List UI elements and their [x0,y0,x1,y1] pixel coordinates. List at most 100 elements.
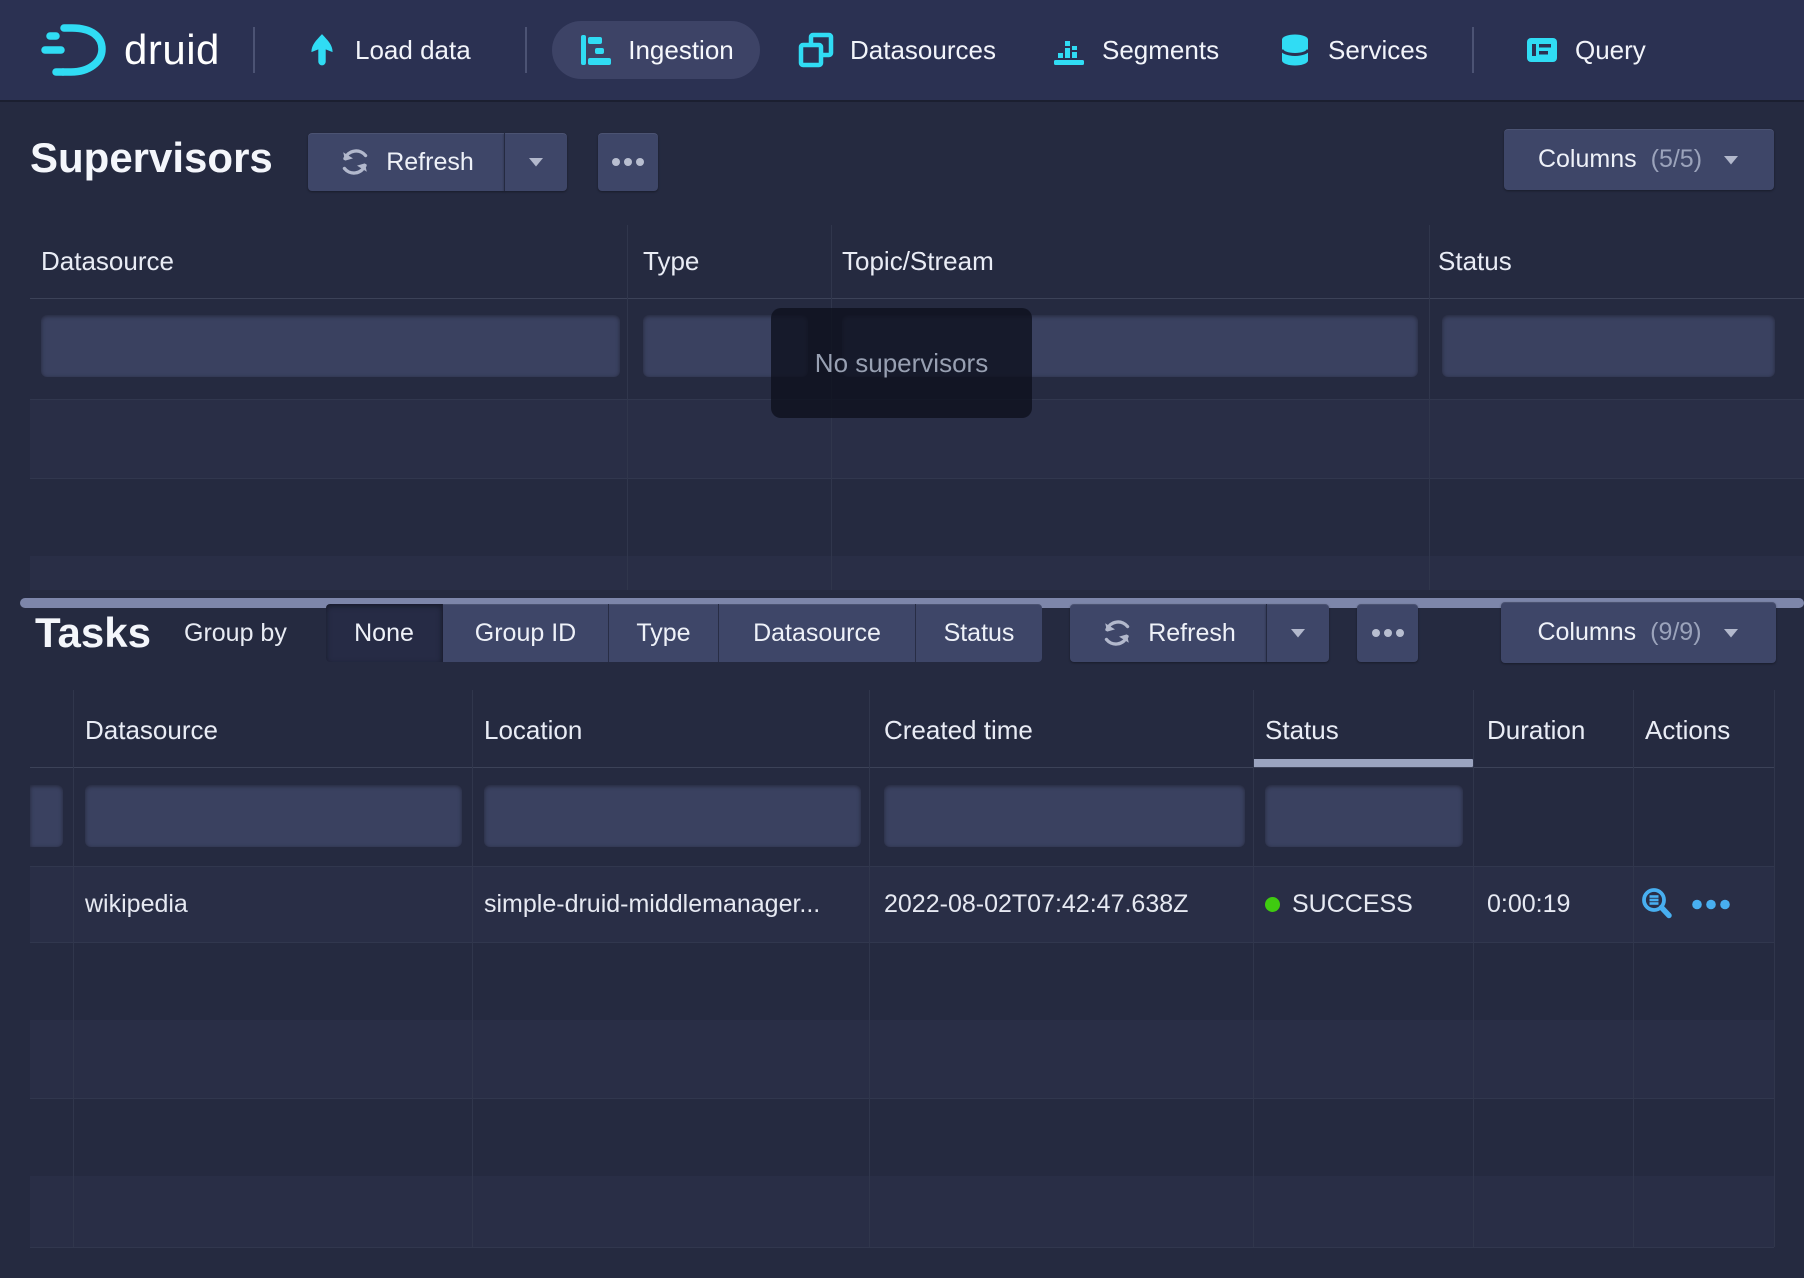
column-divider [627,225,628,590]
empty-message: No supervisors [815,348,988,379]
table-row [30,556,1804,590]
tasks-header-datasource[interactable]: Datasource [85,715,218,746]
task-datasource-cell[interactable]: wikipedia [85,867,188,942]
supervisors-header-datasource[interactable]: Datasource [41,246,174,277]
chevron-down-icon [1722,154,1740,166]
supervisors-header-status[interactable]: Status [1438,246,1512,277]
task-status-cell[interactable]: SUCCESS [1265,867,1413,942]
column-divider [472,690,473,1247]
column-divider [1429,225,1430,590]
nav-item-label: Segments [1102,35,1219,66]
task-created-time-cell[interactable]: 2022-08-02T07:42:47.638Z [884,867,1188,942]
nav-item-segments[interactable]: Segments [1051,0,1219,100]
tasks-header-duration[interactable]: Duration [1487,715,1585,746]
tasks-filter-location-input[interactable] [484,785,861,847]
ingestion-icon [578,32,614,68]
nav-divider [253,27,255,73]
nav-divider [1472,27,1474,73]
group-by-label: Group by [184,617,287,649]
nav-item-datasources[interactable]: Datasources [797,0,996,100]
table-row [30,478,1804,557]
nav-item-label: Query [1575,35,1646,66]
success-status-dot-icon [1265,897,1280,912]
load-data-icon [304,32,340,68]
nav-item-query[interactable]: Query [1524,0,1646,100]
tasks-refresh-interval-button[interactable] [1266,604,1329,662]
group-by-none-button[interactable]: None [326,604,443,662]
task-detail-magnifier-button[interactable] [1639,886,1675,922]
druid-console: druid Load data Ingestion [0,0,1804,1278]
group-by-button-group: None Group ID Type Datasource Status [326,604,1042,662]
nav-divider [525,27,527,73]
table-row [30,1020,1774,1099]
supervisors-title: Supervisors [30,132,273,184]
table-row [30,1098,1774,1177]
nav-item-label: Services [1328,35,1428,66]
datasources-icon [797,31,835,69]
task-location-cell[interactable]: simple-druid-middlemanager... [484,867,820,942]
tasks-filter-datasource-input[interactable] [85,785,462,847]
tasks-header-location[interactable]: Location [484,715,582,746]
task-duration-cell[interactable]: 0:00:19 [1487,867,1570,942]
supervisors-columns-button[interactable]: Columns (5/5) [1504,129,1774,190]
column-divider [1253,690,1254,1247]
group-by-datasource-button[interactable]: Datasource [719,604,916,662]
tasks-columns-button[interactable]: Columns (9/9) [1501,602,1776,663]
no-supervisors-overlay: No supervisors [771,308,1032,418]
supervisors-header-border [30,298,1804,299]
nav-item-label: Load data [355,35,471,66]
table-row [30,1176,1774,1248]
brand-home[interactable]: druid [40,0,220,100]
column-divider [869,690,870,1247]
group-by-status-button[interactable]: Status [916,604,1042,662]
tasks-header-border [30,767,1774,768]
refresh-icon [338,145,372,179]
group-by-group-id-button[interactable]: Group ID [443,604,609,662]
columns-label: Columns [1537,618,1636,647]
column-divider [1473,690,1474,1247]
tasks-header-actions[interactable]: Actions [1645,715,1730,746]
columns-label: Columns [1538,145,1637,174]
more-icon [611,157,645,167]
services-icon [1277,32,1313,68]
ellipsis-icon [1692,899,1730,910]
chevron-down-icon [1722,627,1740,639]
task-status-text: SUCCESS [1292,890,1413,919]
nav-item-label: Ingestion [628,35,734,66]
column-divider [1633,690,1634,1247]
tasks-header-created-time[interactable]: Created time [884,715,1033,746]
tasks-title: Tasks [35,607,151,659]
nav-item-ingestion[interactable]: Ingestion [552,21,760,79]
tasks-more-button[interactable] [1357,604,1418,662]
tasks-filter-task-id-input[interactable] [30,785,63,847]
supervisors-header-type[interactable]: Type [643,246,699,277]
supervisors-more-button[interactable] [598,133,658,191]
query-icon [1524,32,1560,68]
column-divider [73,690,74,1247]
supervisors-filter-status-input[interactable] [1442,315,1775,377]
druid-logo-icon [40,21,114,79]
supervisors-filter-datasource-input[interactable] [41,315,620,377]
tasks-filter-created-time-input[interactable] [884,785,1245,847]
nav-item-load-data[interactable]: Load data [304,0,471,100]
tasks-refresh-button[interactable]: Refresh [1070,604,1266,662]
segments-icon [1051,32,1087,68]
refresh-icon [1100,616,1134,650]
tasks-header-status[interactable]: Status [1265,715,1339,746]
task-actions-menu-button[interactable] [1692,899,1730,910]
column-divider [1774,690,1775,1247]
columns-count: (9/9) [1650,618,1701,647]
supervisors-refresh-interval-button[interactable] [504,133,567,191]
refresh-label: Refresh [386,148,474,177]
supervisors-refresh-button[interactable]: Refresh [308,133,504,191]
refresh-label: Refresh [1148,619,1236,648]
chevron-down-icon [527,156,545,168]
more-icon [1371,628,1405,638]
nav-item-label: Datasources [850,35,996,66]
tasks-filter-status-input[interactable] [1265,785,1463,847]
nav-item-services[interactable]: Services [1277,0,1428,100]
brand-wordmark: druid [124,26,220,74]
top-nav-bar: druid Load data Ingestion [0,0,1804,100]
group-by-type-button[interactable]: Type [609,604,719,662]
supervisors-header-topic-stream[interactable]: Topic/Stream [842,246,994,277]
